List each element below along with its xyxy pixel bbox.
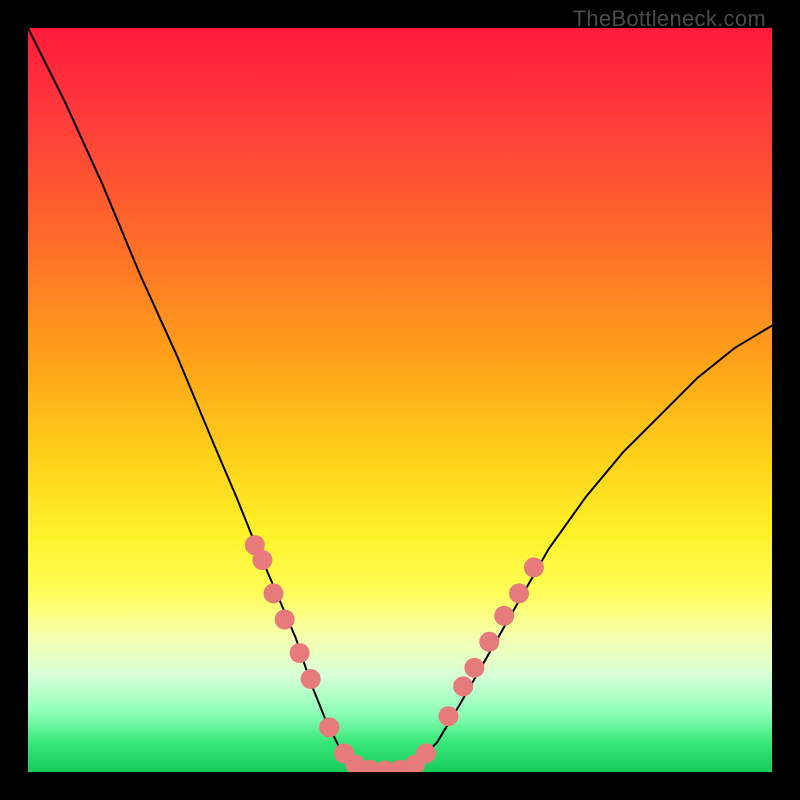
chart-frame: TheBottleneck.com	[0, 0, 800, 800]
data-marker	[275, 610, 295, 630]
bottleneck-curve	[28, 28, 772, 772]
chart-plot-area	[28, 28, 772, 772]
data-marker	[479, 632, 499, 652]
data-marker	[290, 643, 310, 663]
data-marker	[453, 676, 473, 696]
data-marker	[464, 658, 484, 678]
data-marker	[509, 583, 529, 603]
watermark-text: TheBottleneck.com	[573, 6, 766, 32]
data-marker	[524, 557, 544, 577]
data-marker	[438, 706, 458, 726]
data-marker	[416, 743, 436, 763]
data-marker	[319, 717, 339, 737]
chart-svg	[28, 28, 772, 772]
data-marker	[494, 606, 514, 626]
data-marker	[264, 583, 284, 603]
data-marker	[301, 669, 321, 689]
data-marker	[252, 550, 272, 570]
